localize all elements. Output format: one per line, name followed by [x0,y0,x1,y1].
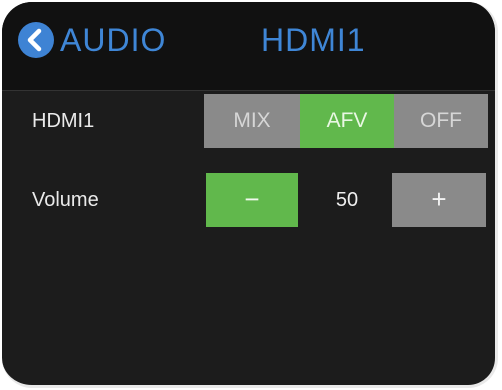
back-button[interactable] [18,22,54,58]
volume-label: Volume [32,189,99,211]
audio-screen: AUDIO HDMI1 HDMI1 MIX AFV OFF Volume − 5… [2,2,498,388]
audio-source-label: HDMI1 [32,110,95,132]
page-title: AUDIO [60,22,167,58]
volume-decrease-button[interactable]: − [206,173,298,227]
source-title: HDMI1 [261,22,366,58]
mode-option-afv[interactable]: AFV [300,94,394,148]
back-arrow-icon [27,28,42,52]
device-frame: AUDIO HDMI1 HDMI1 MIX AFV OFF Volume − 5… [0,0,502,390]
volume-increase-button[interactable]: + [392,173,486,227]
mode-option-mix[interactable]: MIX [204,94,300,148]
mode-option-off[interactable]: OFF [394,94,488,148]
volume-value: 50 [335,189,359,211]
header-bar: AUDIO HDMI1 [2,2,495,91]
